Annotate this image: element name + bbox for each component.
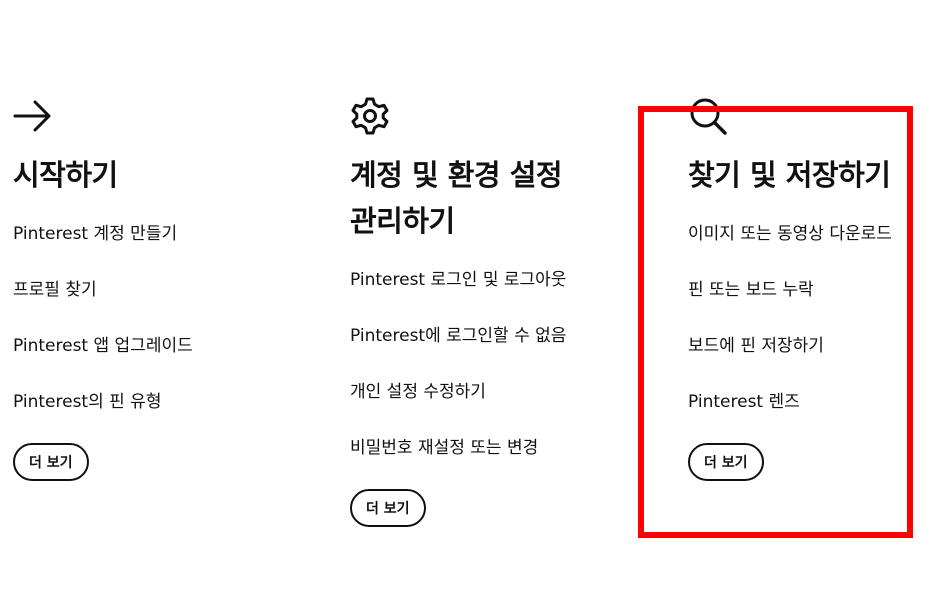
help-link[interactable]: Pinterest 로그인 및 로그아웃: [350, 268, 566, 324]
help-link[interactable]: 비밀번호 재설정 또는 변경: [350, 436, 566, 492]
help-link[interactable]: 이미지 또는 동영상 다운로드: [688, 222, 892, 278]
see-more-button[interactable]: 더 보기: [350, 489, 426, 527]
see-more-button[interactable]: 더 보기: [13, 443, 89, 481]
arrow-right-icon: [13, 100, 51, 132]
help-link-list: Pinterest 계정 만들기 프로필 찾기 Pinterest 앱 업그레이…: [13, 222, 193, 446]
help-link[interactable]: Pinterest 계정 만들기: [13, 222, 193, 278]
help-link-list: 이미지 또는 동영상 다운로드 핀 또는 보드 누락 보드에 핀 저장하기 Pi…: [688, 222, 892, 446]
help-link[interactable]: Pinterest의 핀 유형: [13, 390, 193, 446]
section-title[interactable]: 계정 및 환경 설정 관리하기: [350, 152, 563, 244]
gear-icon: [351, 97, 389, 135]
help-link[interactable]: Pinterest 렌즈: [688, 390, 892, 446]
help-link[interactable]: Pinterest 앱 업그레이드: [13, 334, 193, 390]
help-link[interactable]: 핀 또는 보드 누락: [688, 278, 892, 334]
help-link[interactable]: 프로필 찾기: [13, 278, 193, 334]
help-link-list: Pinterest 로그인 및 로그아웃 Pinterest에 로그인할 수 없…: [350, 268, 566, 492]
help-link[interactable]: Pinterest에 로그인할 수 없음: [350, 324, 566, 380]
help-link[interactable]: 보드에 핀 저장하기: [688, 334, 892, 390]
section-title[interactable]: 찾기 및 저장하기: [688, 152, 891, 198]
search-icon: [690, 98, 727, 135]
see-more-button[interactable]: 더 보기: [688, 443, 764, 481]
help-link[interactable]: 개인 설정 수정하기: [350, 380, 566, 436]
section-title[interactable]: 시작하기: [13, 152, 118, 198]
